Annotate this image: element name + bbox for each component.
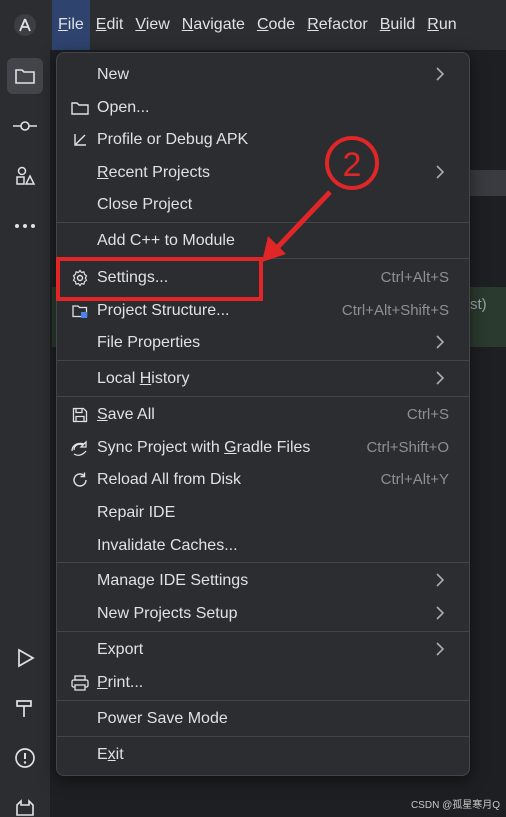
menu-item-recent-projects[interactable]: Recent Projects — [63, 157, 463, 188]
menu-item-add-cpp[interactable]: Add C++ to Module — [63, 225, 463, 256]
chevron-right-icon — [436, 642, 445, 656]
chevron-right-icon — [436, 335, 445, 349]
run-icon[interactable] — [7, 640, 43, 676]
watermark: CSDN @孤星寒月Q — [410, 800, 500, 811]
reload-icon — [69, 469, 91, 491]
menu-item-reload-disk[interactable]: Reload All from Disk Ctrl+Alt+Y — [63, 464, 463, 495]
menu-item-profile-debug-apk[interactable]: Profile or Debug APK — [63, 124, 463, 155]
menu-separator — [57, 222, 469, 223]
menu-run[interactable]: Run — [421, 0, 462, 50]
menu-file[interactable]: File — [52, 0, 90, 50]
menu-item-file-properties[interactable]: File Properties — [63, 327, 463, 358]
menu-separator — [57, 700, 469, 701]
recent-rest-label: ecent Projects — [108, 163, 210, 181]
tool-window-strip — [0, 50, 51, 817]
menu-item-exit[interactable]: Exit — [63, 739, 463, 770]
menu-code[interactable]: Code — [251, 0, 301, 50]
editor-highlight-row — [470, 170, 506, 196]
more-tools-icon[interactable] — [7, 208, 43, 244]
save-icon — [69, 404, 91, 426]
menu-item-open[interactable]: Open... — [63, 92, 463, 123]
menu-separator — [57, 631, 469, 632]
menu-item-local-history[interactable]: Local History — [63, 363, 463, 394]
menu-separator — [57, 736, 469, 737]
editor-text-fragment: st) — [470, 296, 487, 313]
menu-refactor[interactable]: Refactor — [301, 0, 373, 50]
project-folder-icon[interactable] — [7, 58, 43, 94]
menu-item-sync-gradle[interactable]: Sync Project with Gradle Files Ctrl+Shif… — [63, 432, 463, 463]
title-bar: File Edit View Navigate Code Refactor Bu… — [0, 0, 506, 50]
problems-icon[interactable] — [7, 740, 43, 776]
apk-arrow-icon — [69, 129, 91, 151]
resource-manager-icon[interactable] — [7, 158, 43, 194]
project-structure-icon — [69, 300, 91, 322]
menu-separator — [57, 396, 469, 397]
menu-item-close-project[interactable]: Close Project — [63, 189, 463, 220]
commit-icon[interactable] — [7, 108, 43, 144]
chevron-right-icon — [436, 371, 445, 385]
menu-item-print[interactable]: Print... — [63, 667, 463, 698]
menu-separator — [57, 360, 469, 361]
main-menubar: File Edit View Navigate Code Refactor Bu… — [52, 0, 463, 50]
menu-item-invalidate-caches[interactable]: Invalidate Caches... — [63, 530, 463, 561]
menu-build[interactable]: Build — [374, 0, 422, 50]
menu-item-manage-ide-settings[interactable]: Manage IDE Settings — [63, 565, 463, 596]
settings-highlight-box — [56, 257, 263, 301]
chevron-right-icon — [436, 67, 445, 81]
menu-item-new[interactable]: New — [63, 59, 463, 90]
android-studio-logo-icon[interactable] — [14, 14, 36, 36]
menu-separator — [57, 562, 469, 563]
gradle-sync-icon — [69, 437, 91, 459]
folder-icon — [69, 97, 91, 119]
menu-item-save-all[interactable]: Save All Ctrl+S — [63, 399, 463, 430]
build-hammer-icon[interactable] — [7, 690, 43, 726]
menu-item-power-save-mode[interactable]: Power Save Mode — [63, 703, 463, 734]
menu-view[interactable]: View — [129, 0, 175, 50]
menu-item-new-projects-setup[interactable]: New Projects Setup — [63, 598, 463, 629]
file-menu-dropdown: New Open... Profile or Debug APK Recent … — [56, 52, 470, 776]
menu-item-export[interactable]: Export — [63, 634, 463, 665]
chevron-right-icon — [436, 573, 445, 587]
printer-icon — [69, 672, 91, 694]
menu-item-repair-ide[interactable]: Repair IDE — [63, 497, 463, 528]
logcat-icon[interactable] — [7, 790, 43, 817]
chevron-right-icon — [436, 165, 445, 179]
menu-navigate[interactable]: Navigate — [176, 0, 251, 50]
chevron-right-icon — [436, 606, 445, 620]
menu-edit[interactable]: Edit — [90, 0, 130, 50]
